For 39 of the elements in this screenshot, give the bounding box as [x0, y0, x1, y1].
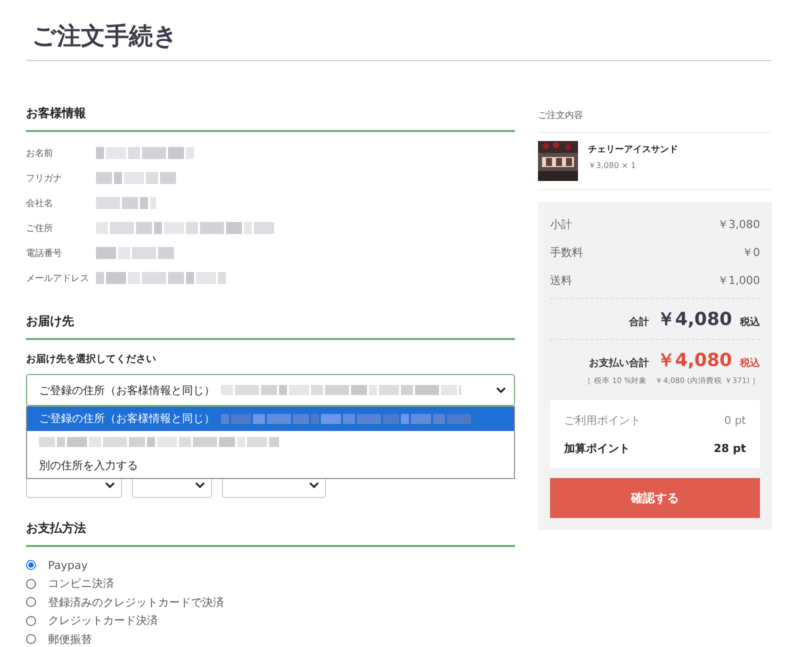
total-label: 合計 [629, 316, 650, 329]
total-amount: ￥4,080 [657, 308, 732, 331]
section-heading: ご注文内容 [538, 109, 772, 133]
radio-label: 郵便振替 [48, 632, 92, 647]
field-label: 電話番号 [26, 248, 63, 260]
tax-label: 税込 [740, 356, 760, 370]
summary-value: ￥3,080 [718, 216, 760, 232]
summary-label: 送料 [550, 272, 572, 288]
radio-label: コンビニ決済 [48, 576, 114, 592]
page-title: ご注文手続き [26, 0, 772, 61]
address-select[interactable]: ご登録の住所（お客様情報と同じ） [26, 374, 515, 406]
points-value: 28 pt [714, 442, 746, 454]
payment-total-amount: ￥4,080 [657, 349, 732, 372]
product-price: ￥3,080 × 1 [588, 160, 637, 171]
points-label: ご利用ポイント [564, 412, 641, 428]
summary-value: ￥1,000 [718, 272, 760, 288]
points-value: 0 pt [724, 414, 746, 426]
product-name: チェリーアイスサンド [588, 144, 678, 156]
radio-label: クレジットカード決済 [48, 613, 158, 628]
radio-label: Paypay [48, 558, 88, 572]
dropdown-option[interactable]: ご登録の住所（お客様情報と同じ） [27, 407, 514, 430]
field-label: お名前 [26, 148, 54, 160]
confirm-button[interactable]: 確認する [550, 478, 760, 518]
payment-total-label: お支払い合計 [589, 356, 650, 370]
field-label: お届け先を選択してください [26, 352, 157, 366]
radio-label: 登録済みのクレジットカードで決済 [48, 594, 224, 610]
field-label: フリガナ [26, 172, 63, 184]
field-label: メールアドレス [26, 272, 90, 284]
summary-label: 手数料 [550, 244, 583, 260]
section-heading: お客様情報 [26, 105, 515, 132]
tax-label: 税込 [740, 316, 760, 329]
section-heading: お届け先 [26, 313, 515, 340]
field-label: 会社名 [26, 198, 54, 210]
points-label: 加算ポイント [564, 440, 630, 456]
summary-label: 小計 [550, 216, 572, 232]
dropdown-option[interactable]: 別の住所を入力する [27, 454, 514, 478]
field-label: ご住所 [26, 222, 54, 234]
summary-value: ￥0 [742, 244, 760, 260]
section-heading: お支払方法 [26, 520, 515, 547]
